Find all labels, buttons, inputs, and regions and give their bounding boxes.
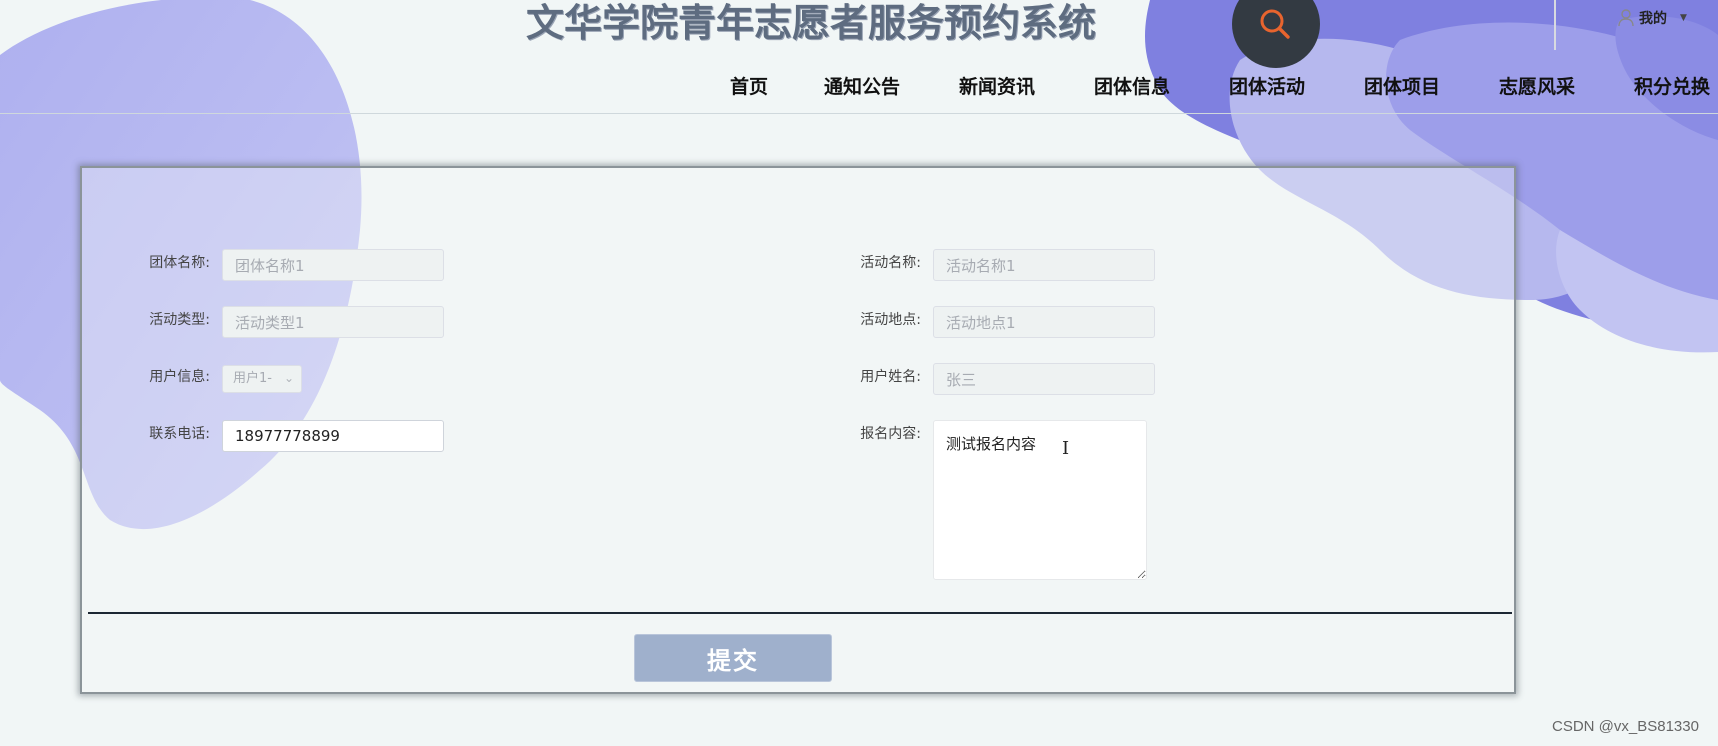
nav-item-group-activities[interactable]: 团体活动 (1229, 72, 1305, 99)
user-menu-label: 我的 (1639, 11, 1667, 27)
signup-content-label: 报名内容: (860, 426, 921, 442)
nav-item-group-info[interactable]: 团体信息 (1094, 72, 1170, 99)
phone-label: 联系电话: (149, 426, 210, 442)
form-divider (88, 612, 1512, 614)
activity-name-field[interactable] (933, 249, 1155, 281)
activity-type-field[interactable] (222, 306, 444, 338)
search-icon (1260, 9, 1290, 39)
activity-name-label: 活动名称: (860, 255, 921, 271)
signup-form: 团体名称: 活动名称: 活动类型: 活动地点: 用户信息: 用户1- ⌄ 用户姓… (80, 166, 1516, 694)
signup-content-textarea[interactable]: 测试报名内容 (933, 420, 1147, 580)
nav-divider (0, 113, 1718, 114)
group-name-field[interactable] (222, 249, 444, 281)
nav-item-group-projects[interactable]: 团体项目 (1364, 72, 1440, 99)
submit-button[interactable]: 提交 (634, 634, 832, 682)
user-icon (1618, 9, 1634, 27)
user-info-select[interactable]: 用户1- ⌄ (222, 365, 302, 393)
user-name-field[interactable] (933, 363, 1155, 395)
chevron-down-icon: ⌄ (283, 371, 294, 385)
nav-item-notices[interactable]: 通知公告 (824, 72, 900, 99)
main-nav: 首页 通知公告 新闻资讯 团体信息 团体活动 团体项目 志愿风采 积分兑换 (0, 68, 1718, 114)
watermark: CSDN @vx_BS81330 (1552, 718, 1699, 735)
nav-item-home[interactable]: 首页 (730, 72, 768, 99)
user-info-label: 用户信息: (149, 369, 210, 385)
activity-type-label: 活动类型: (149, 312, 210, 328)
user-menu[interactable]: 我的 ▼ (1618, 8, 1687, 28)
activity-location-label: 活动地点: (860, 312, 921, 328)
activity-location-field[interactable] (933, 306, 1155, 338)
page-title: 文华学院青年志愿者服务预约系统 (526, 1, 1097, 45)
text-cursor-icon: I (1062, 438, 1070, 459)
group-name-label: 团体名称: (149, 255, 210, 271)
user-name-label: 用户姓名: (860, 369, 921, 385)
user-info-selected: 用户1- (233, 371, 272, 386)
phone-field[interactable] (222, 420, 444, 452)
header-divider (1554, 0, 1556, 50)
nav-item-points-exchange[interactable]: 积分兑换 (1634, 72, 1710, 99)
nav-item-news[interactable]: 新闻资讯 (959, 72, 1035, 99)
nav-item-volunteer-showcase[interactable]: 志愿风采 (1499, 72, 1575, 99)
caret-down-icon: ▼ (1680, 13, 1687, 23)
